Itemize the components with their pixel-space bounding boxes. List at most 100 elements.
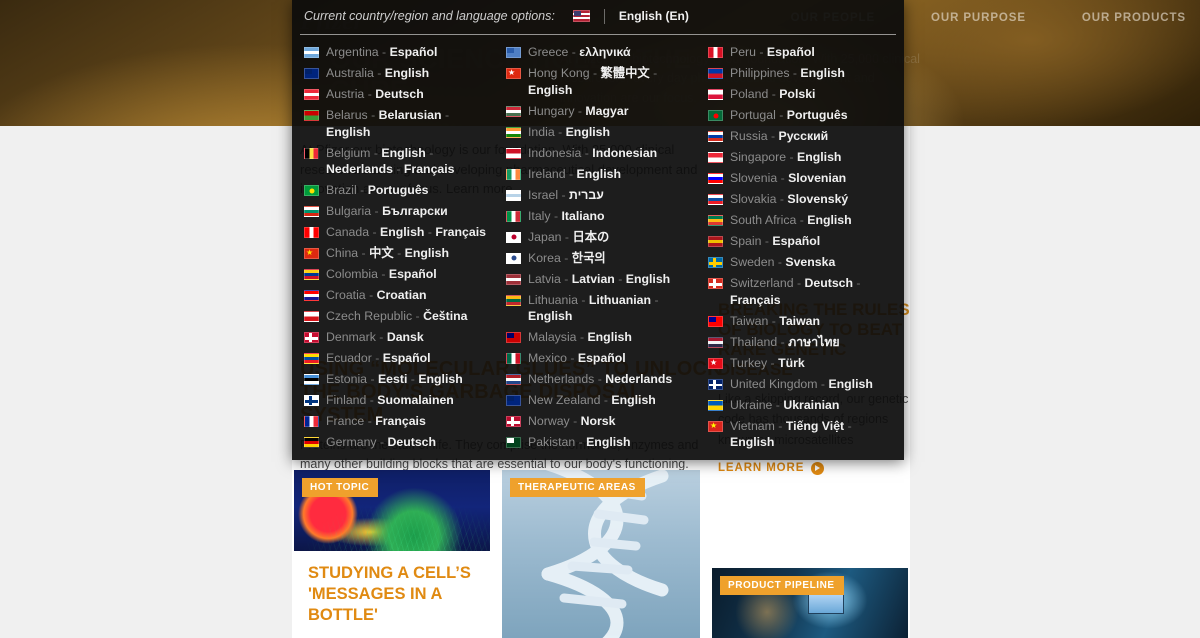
country-option-label: Korea - 한국의 (528, 250, 606, 265)
country-option-netherlands[interactable]: Netherlands - Nederlands (502, 369, 696, 390)
country-option-ecuador[interactable]: Ecuador - Español (300, 348, 494, 369)
country-option-peru[interactable]: Peru - Español (704, 42, 898, 63)
country-option-norway[interactable]: Norway - Norsk (502, 411, 696, 432)
country-option-china[interactable]: China - 中文 - English (300, 243, 494, 264)
country-option-label: Ecuador - Español (326, 351, 431, 366)
flag-icon (304, 185, 319, 197)
country-option-label: Philippines - English (730, 66, 845, 80)
country-option-slovakia[interactable]: Slovakia - Slovenský (704, 189, 898, 210)
country-option-label: Italy - Italiano (528, 208, 605, 223)
country-option-singapore[interactable]: Singapore - English (704, 147, 898, 168)
country-option-spain[interactable]: Spain - Español (704, 231, 898, 252)
country-option-thailand[interactable]: Thailand - ภาษาไทย (704, 332, 898, 353)
country-option-label: Poland - Polski (730, 87, 816, 101)
country-option-label: Belgium - English - Nederlands - Françai… (326, 145, 455, 177)
country-option-label: Finland - Suomalainen (326, 393, 454, 408)
flag-icon (304, 68, 319, 79)
country-option-germany[interactable]: Germany - Deutsch (300, 432, 494, 453)
country-option-label: Latvia - Latvian - English (528, 271, 671, 286)
card-therapeutic-areas[interactable]: Therapeutic Areas (502, 470, 700, 638)
country-option-sweden[interactable]: Sweden - Svenska (704, 252, 898, 273)
country-option-label: Singapore - English (730, 150, 842, 164)
nav-item-our-purpose[interactable]: OUR PURPOSE (931, 12, 1026, 24)
country-option-portugal[interactable]: Portugal - Português (704, 105, 898, 126)
country-column-3: Peru - Español Philippines - English Polan… (702, 42, 904, 460)
country-option-label: Canada - English - Français (326, 225, 486, 240)
country-option-south-africa[interactable]: South Africa - English (704, 210, 898, 231)
flag-icon (304, 269, 319, 281)
country-option-poland[interactable]: Poland - Polski (704, 84, 898, 105)
country-option-mexico[interactable]: Mexico - Español (502, 348, 696, 369)
country-option-malaysia[interactable]: Malaysia - English (502, 327, 696, 348)
country-option-label: Slovenia - Slovenian (730, 171, 847, 185)
overlay-country-columns: Argentina - Español Australia - English Au… (292, 42, 904, 460)
country-option-label: United Kingdom - English (730, 376, 873, 391)
country-option-australia[interactable]: Australia - English (300, 63, 494, 84)
country-option-pakistan[interactable]: Pakistan - English (502, 432, 696, 453)
country-option-finland[interactable]: Finland - Suomalainen (300, 390, 494, 411)
country-option-czech-republic[interactable]: Czech Republic - Čeština (300, 306, 494, 327)
country-option-croatia[interactable]: Croatia - Croatian (300, 285, 494, 306)
country-option-ukraine[interactable]: Ukraine - Ukrainian (704, 395, 898, 416)
flag-icon (304, 227, 319, 239)
country-option-belgium[interactable]: Belgium - English - Nederlands - Françai… (300, 143, 494, 181)
country-option-indonesia[interactable]: Indonesia - Indonesian (502, 143, 696, 164)
nav-item-our-products[interactable]: OUR PRODUCTS (1082, 12, 1186, 24)
overlay-rule (300, 34, 896, 35)
flag-icon (506, 47, 521, 58)
country-option-label: Taiwan - Taiwan (730, 313, 820, 328)
country-option-united-kingdom[interactable]: United Kingdom - English (704, 374, 898, 395)
country-option-japan[interactable]: Japan - 日本の (502, 227, 696, 248)
country-option-label: Spain - Español (730, 234, 821, 248)
country-option-switzerland[interactable]: Switzerland - Deutsch - Français (704, 273, 898, 311)
country-option-russia[interactable]: Russia - Русский (704, 126, 898, 147)
country-language-overlay[interactable]: Current country/region and language opti… (292, 0, 904, 460)
country-option-label: Turkey - Türk (730, 355, 805, 370)
country-option-label: China - 中文 - English (326, 246, 450, 261)
country-option-italy[interactable]: Italy - Italiano (502, 206, 696, 227)
country-option-lithuania[interactable]: Lithuania - Lithuanian - English (502, 290, 696, 328)
country-option-brazil[interactable]: Brazil - Português (300, 180, 494, 201)
country-option-label: Malaysia - English (528, 330, 632, 345)
country-option-new-zealand[interactable]: New Zealand - English (502, 390, 696, 411)
flag-united-states-icon (572, 10, 590, 22)
flag-icon (506, 273, 521, 285)
country-option-label: Mexico - Español (528, 351, 626, 366)
country-option-colombia[interactable]: Colombia - Español (300, 264, 494, 285)
flag-icon (304, 311, 319, 323)
country-option-france[interactable]: France - Français (300, 411, 494, 432)
country-column-1: Argentina - Español Australia - English Au… (292, 42, 500, 460)
learn-more-link-rail[interactable]: Learn More (718, 461, 910, 475)
country-option-austria[interactable]: Austria - Deutsch (300, 84, 494, 105)
country-option-vietnam[interactable]: Vietnam - Tiếng Việt - English (704, 416, 898, 454)
card-hot-topic[interactable]: Hot Topic Studying A Cell’s 'Messages In… (294, 470, 490, 638)
country-option-greece[interactable]: Greece - ελληνικά (502, 42, 696, 63)
flag-icon (304, 110, 319, 121)
country-option-latvia[interactable]: Latvia - Latvian - English (502, 269, 696, 290)
current-language-label[interactable]: English (En) (619, 9, 689, 23)
country-option-label: Lithuania - Lithuanian - English (528, 292, 659, 324)
country-option-korea[interactable]: Korea - 한국의 (502, 248, 696, 269)
country-option-philippines[interactable]: Philippines - English (704, 63, 898, 84)
country-option-belarus[interactable]: Belarus - Belarusian - English (300, 105, 494, 143)
country-option-hungary[interactable]: Hungary - Magyar (502, 101, 696, 122)
country-option-denmark[interactable]: Denmark - Dansk (300, 327, 494, 348)
card-product-pipeline[interactable]: Product Pipeline (712, 568, 908, 638)
country-option-ireland[interactable]: Ireland - English (502, 164, 696, 185)
country-option-label: Denmark - Dansk (326, 330, 424, 345)
country-option-taiwan[interactable]: Taiwan - Taiwan (704, 311, 898, 332)
country-option-label: France - Français (326, 414, 426, 429)
country-option-india[interactable]: India - English (502, 122, 696, 143)
flag-icon (506, 395, 521, 407)
flag-icon (708, 215, 723, 226)
country-option-turkey[interactable]: Turkey - Türk (704, 353, 898, 374)
country-option-estonia[interactable]: Estonia - Eesti - English (300, 369, 494, 390)
country-option-hong-kong[interactable]: Hong Kong - 繁體中文 - English (502, 63, 696, 101)
country-option-label: Netherlands - Nederlands (528, 372, 673, 387)
country-option-israel[interactable]: Israel - עברית (502, 185, 696, 206)
country-option-canada[interactable]: Canada - English - Français (300, 222, 494, 243)
country-option-slovenia[interactable]: Slovenia - Slovenian (704, 168, 898, 189)
flag-icon (304, 395, 319, 407)
country-option-argentina[interactable]: Argentina - Español (300, 42, 494, 63)
country-option-bulgaria[interactable]: Bulgaria - Български (300, 201, 494, 222)
